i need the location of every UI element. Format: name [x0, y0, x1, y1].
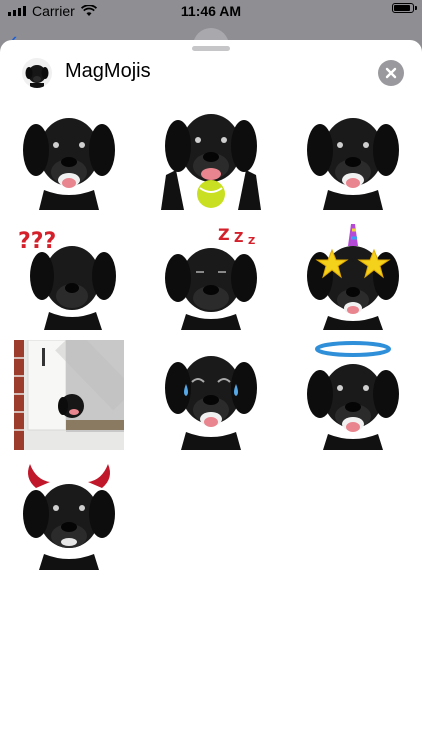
sticker-dog-tennis-ball[interactable] [156, 100, 266, 210]
sticker-dog-crying-laughing[interactable] [156, 340, 266, 450]
sticker-sheet: MagMojis ??? Z Z Z [0, 40, 422, 750]
close-icon [385, 67, 397, 79]
sticker-dog-devil[interactable] [14, 460, 124, 570]
sticker-dog-sleepy[interactable]: Z Z Z [156, 220, 266, 330]
sheet-grabber[interactable] [192, 46, 230, 51]
sticker-dog-star-eyes[interactable] [298, 220, 408, 330]
sticker-dog-peeking-door[interactable] [14, 340, 124, 450]
app-icon [22, 58, 52, 88]
clock: 11:46 AM [180, 3, 242, 19]
battery-group [392, 3, 417, 13]
sheet-header: MagMojis [0, 54, 422, 92]
battery-icon [392, 3, 417, 13]
sticker-dog-happy-2[interactable] [298, 100, 408, 210]
app-title: MagMojis [65, 60, 151, 82]
svg-text:Z: Z [218, 225, 230, 244]
sticker-dog-halo[interactable] [298, 340, 408, 450]
svg-text:???: ??? [18, 229, 56, 254]
svg-text:Z: Z [234, 231, 243, 246]
close-button[interactable] [378, 60, 404, 86]
status-bar: Carrier 11:46 AM [0, 0, 422, 22]
sticker-dog-confused[interactable]: ??? [14, 220, 124, 330]
svg-text:Z: Z [248, 236, 255, 247]
sticker-dog-happy[interactable] [14, 100, 124, 210]
